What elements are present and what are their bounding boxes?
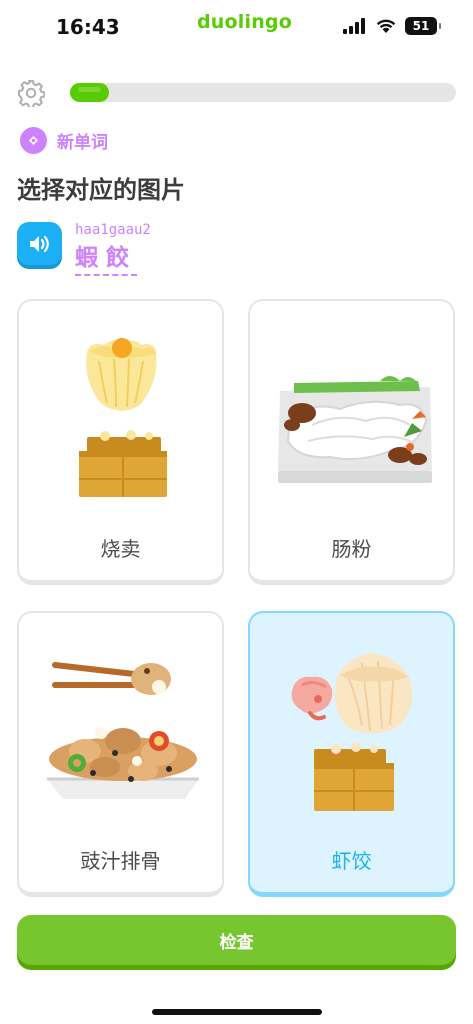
har-gow-icon	[291, 653, 413, 811]
romanization-text: haa1gaau2	[75, 222, 151, 238]
wifi-icon	[376, 19, 396, 33]
target-word[interactable]: 蝦餃	[75, 238, 137, 276]
home-indicator[interactable]	[152, 1009, 322, 1015]
choice-label: 肠粉	[331, 537, 372, 561]
gear-icon[interactable]	[17, 79, 45, 107]
status-time: 16:43	[56, 15, 120, 39]
new-word-icon	[20, 127, 47, 154]
siu-mai-icon	[79, 338, 167, 497]
lesson-progress-fill	[70, 83, 109, 102]
status-icons: 51	[343, 17, 441, 35]
choice-card[interactable]: 肠粉	[248, 299, 455, 585]
choice-label: 烧卖	[100, 537, 141, 561]
signal-icon	[343, 18, 365, 34]
spare-ribs-icon	[47, 662, 199, 799]
choice-card[interactable]: 烧卖	[17, 299, 224, 585]
new-word-tag: 新单词	[20, 127, 108, 154]
choice-label: 豉汁排骨	[80, 849, 161, 873]
lesson-progress-bar	[70, 83, 456, 102]
choice-card-selected[interactable]: 虾饺	[248, 611, 455, 897]
rice-noodle-roll-icon	[278, 376, 432, 483]
question-prompt: 选择对应的图片	[17, 176, 185, 204]
choice-card[interactable]: 豉汁排骨	[17, 611, 224, 897]
new-word-label: 新单词	[57, 133, 108, 153]
check-button[interactable]: 检查	[17, 915, 456, 965]
battery-icon: 51	[405, 17, 441, 35]
choice-label: 虾饺	[331, 849, 372, 873]
status-bar: 16:43 duolingo 51	[0, 0, 473, 56]
play-audio-button[interactable]	[17, 222, 62, 265]
speaker-icon	[29, 235, 49, 252]
app-brand-logo: duolingo	[197, 11, 292, 33]
